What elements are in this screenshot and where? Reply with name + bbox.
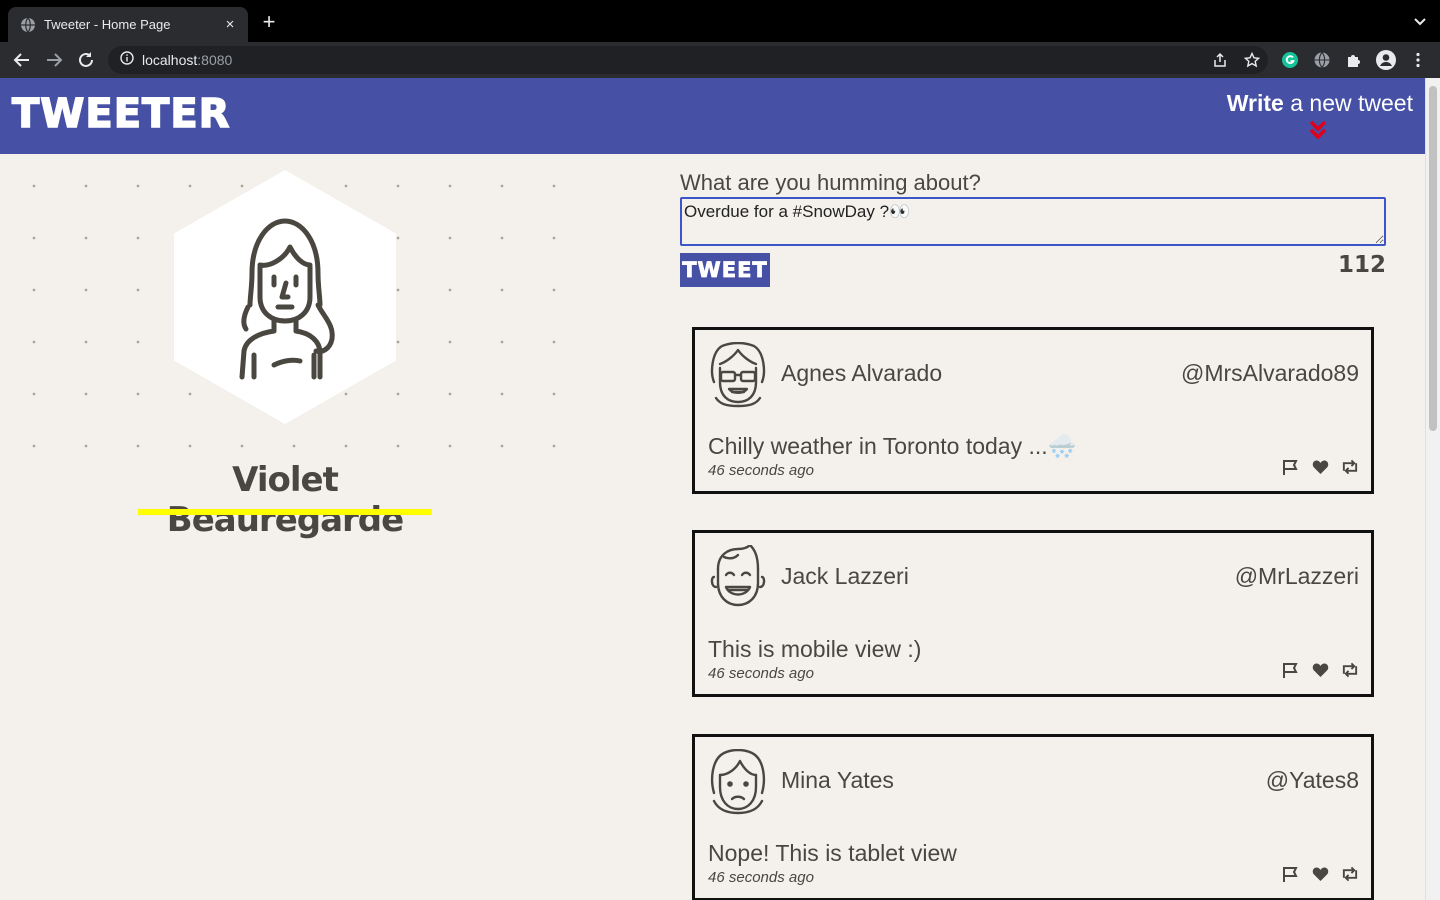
woman-sunglasses-avatar-icon xyxy=(708,341,768,408)
retweet-icon[interactable] xyxy=(1341,661,1359,679)
profile-name-underline xyxy=(138,509,432,515)
reload-icon[interactable] xyxy=(76,50,96,70)
tweet-textarea[interactable]: Overdue for a #SnowDay ?👀 xyxy=(680,197,1386,246)
retweet-icon[interactable] xyxy=(1341,865,1359,883)
url-port: :8080 xyxy=(197,52,233,68)
grammarly-extension-icon[interactable] xyxy=(1280,50,1300,70)
smiling-man-avatar-icon xyxy=(708,543,768,611)
tweet-actions xyxy=(1281,865,1359,883)
compose-label: What are you humming about? xyxy=(680,170,981,195)
tweet-author-name: Mina Yates xyxy=(781,767,894,793)
flag-icon[interactable] xyxy=(1281,865,1299,883)
browser-tab[interactable]: Tweeter - Home Page × xyxy=(8,7,248,42)
tweet-timestamp: 46 seconds ago xyxy=(708,462,814,479)
share-icon[interactable] xyxy=(1212,52,1228,73)
browser-toolbar: localhost:8080 xyxy=(0,42,1440,78)
globe-extension-icon[interactable] xyxy=(1312,50,1332,70)
tab-title: Tweeter - Home Page xyxy=(44,17,171,32)
tweet-content: This is mobile view :) xyxy=(708,636,922,662)
profile-avatar-icon[interactable] xyxy=(1376,50,1396,70)
flag-icon[interactable] xyxy=(1281,661,1299,679)
navbar: TWEETER Write a new tweet xyxy=(0,78,1425,154)
back-arrow-icon[interactable] xyxy=(12,50,32,70)
tweet-actions xyxy=(1281,458,1359,476)
compose-link-text: a new tweet xyxy=(1283,90,1413,116)
page-scrollbar[interactable] xyxy=(1425,78,1440,900)
double-chevron-down-icon[interactable] xyxy=(1309,120,1327,140)
tweet-submit-button[interactable]: TWEET xyxy=(680,253,770,287)
address-bar[interactable]: localhost:8080 xyxy=(108,46,1268,74)
retweet-icon[interactable] xyxy=(1341,458,1359,476)
url-host: localhost xyxy=(142,52,198,68)
tweet-card: Mina Yates @Yates8 Nope! This is tablet … xyxy=(692,734,1374,900)
tweet-content: Chilly weather in Toronto today ...🌨️ xyxy=(708,433,1077,459)
tweet-timestamp: 46 seconds ago xyxy=(708,665,814,682)
heart-icon[interactable] xyxy=(1311,661,1329,679)
globe-icon xyxy=(20,17,36,33)
tweet-author-handle: @MrLazzeri xyxy=(1234,563,1359,589)
tweet-card: Jack Lazzeri @MrLazzeri This is mobile v… xyxy=(692,530,1374,697)
compose-link-bold: Write xyxy=(1226,90,1284,116)
bookmark-star-icon[interactable] xyxy=(1243,51,1261,73)
profile-name: Violet Beauregarde xyxy=(166,460,404,540)
tweet-author-name: Jack Lazzeri xyxy=(781,563,909,589)
tweet-actions xyxy=(1281,661,1359,679)
tweet-author-handle: @Yates8 xyxy=(1265,767,1359,793)
tweet-content: Nope! This is tablet view xyxy=(708,840,957,866)
flag-icon[interactable] xyxy=(1281,458,1299,476)
tweet-author-handle: @MrsAlvarado89 xyxy=(1180,360,1359,386)
kebab-menu-icon[interactable] xyxy=(1408,50,1428,70)
info-icon[interactable] xyxy=(120,50,134,70)
page-content: TWEETER Write a new tweet Violet Beaureg… xyxy=(0,78,1425,900)
browser-tab-bar: Tweeter - Home Page × + xyxy=(0,0,1440,42)
close-tab-icon[interactable]: × xyxy=(222,16,238,33)
heart-icon[interactable] xyxy=(1311,458,1329,476)
heart-icon[interactable] xyxy=(1311,865,1329,883)
character-counter: 112 xyxy=(1337,252,1386,278)
sad-woman-avatar-icon xyxy=(708,748,768,815)
chevron-down-icon[interactable] xyxy=(1412,13,1428,29)
tweet-timestamp: 46 seconds ago xyxy=(708,869,814,886)
new-tab-button[interactable]: + xyxy=(258,11,280,34)
write-new-tweet-link[interactable]: Write a new tweet xyxy=(1226,90,1413,140)
tweeter-logo: TWEETER xyxy=(11,90,231,138)
puzzle-extensions-icon[interactable] xyxy=(1344,50,1364,70)
woman-long-hair-icon xyxy=(239,218,335,379)
forward-arrow-icon[interactable] xyxy=(44,50,64,70)
tweet-card: Agnes Alvarado @MrsAlvarado89 Chilly wea… xyxy=(692,327,1374,494)
tweet-author-name: Agnes Alvarado xyxy=(781,360,943,386)
scrollbar-thumb[interactable] xyxy=(1429,86,1437,431)
